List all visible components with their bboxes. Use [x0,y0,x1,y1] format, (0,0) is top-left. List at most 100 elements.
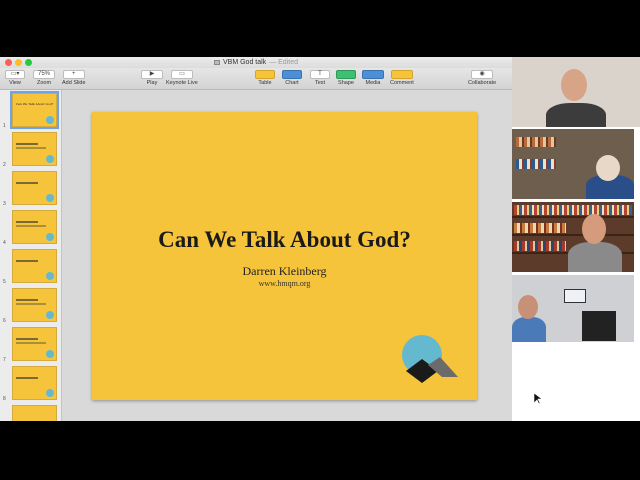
comment-icon [390,70,413,79]
media-button[interactable]: Media [362,70,384,86]
current-slide[interactable]: Can We Talk About God? Darren Kleinberg … [92,112,477,400]
chart-label: Chart [285,80,299,86]
slide-thumbnail[interactable]: 9 [0,405,62,421]
participant-body [568,242,622,272]
play-button[interactable]: ▶ Play [141,70,163,86]
text-button[interactable]: T Text [310,70,330,86]
media-icon [362,70,384,79]
slide-url[interactable]: www.hmqm.org [92,279,477,288]
fullscreen-window-icon[interactable] [25,59,32,66]
participant-body [512,317,546,342]
title-bar: VBM God talk — Edited [0,57,512,68]
slide-thumbnail-image [12,249,57,283]
thumbnail-logo-icon [46,155,54,163]
slide-thumbnail[interactable]: 5 [0,249,62,285]
collaborate-label: Collaborate [468,80,497,86]
slide-number: 8 [3,396,6,402]
monitor [564,289,586,303]
video-panel [512,57,640,421]
comment-button[interactable]: Comment [390,70,414,86]
slide-author[interactable]: Darren Kleinberg [92,264,477,279]
thumbnail-title: Can We Talk About God? [15,102,54,106]
thumbnail-logo-icon [46,389,54,397]
slide-thumbnail[interactable]: 1 Can We Talk About God? [0,91,62,129]
slide-thumbnail[interactable]: 4 [0,210,62,246]
thumbnail-logo-icon [46,116,54,124]
slide-number: 4 [3,240,6,246]
toolbar: ▭▾ View 75% Zoom + Add Slide ▶ Play ▭ Ke… [0,68,512,90]
participant-head [561,69,587,101]
chart-icon [282,70,302,79]
minimize-window-icon[interactable] [15,59,22,66]
chart-button[interactable]: Chart [282,70,302,86]
table-label: Table [258,80,272,86]
plus-icon: + [62,70,85,79]
sidebar-icon: ▭▾ [5,70,25,79]
thumbnail-logo-icon [46,272,54,280]
slide-thumbnail[interactable]: 7 [0,327,62,363]
slide-number: 6 [3,318,6,324]
keynote-window: VBM God talk — Edited ▭▾ View 75% Zoom +… [0,57,512,421]
slide-thumbnail-image [12,210,57,244]
participant-head [582,214,606,244]
slide-navigator[interactable]: 1 Can We Talk About God? 2 3 4 5 6 7 8 [0,90,62,421]
chair [582,311,616,341]
slide-thumbnail-image [12,288,57,322]
participant-video[interactable] [512,129,634,199]
window-title-text: VBM God talk [223,59,267,66]
shape-icon [336,70,356,79]
shape-button[interactable]: Shape [336,70,356,86]
zoom-value: 75% [33,70,55,79]
comment-label: Comment [390,80,414,86]
zoom-select[interactable]: 75% Zoom [33,70,55,86]
zoom-label: Zoom [36,80,52,86]
play-icon: ▶ [141,70,163,79]
slide-thumbnail-image [12,405,57,421]
add-slide-button[interactable]: + Add Slide [62,70,86,86]
shape-label: Shape [338,80,354,86]
slide-number: 5 [3,279,6,285]
text-icon: T [310,70,330,79]
keynote-live-label: Keynote Live [166,80,198,86]
slide-thumbnail-image: Can We Talk About God? [10,91,59,129]
view-label: View [9,80,21,86]
table-button[interactable]: Table [255,70,275,86]
view-button[interactable]: ▭▾ View [5,70,25,86]
slide-thumbnail[interactable]: 8 [0,366,62,402]
mouse-cursor-icon [534,393,542,405]
participant-head [518,295,538,319]
slide-canvas[interactable]: Can We Talk About God? Darren Kleinberg … [62,90,512,421]
slide-thumbnail-image [12,132,57,166]
text-label: Text [314,80,326,86]
table-icon [255,70,275,79]
participant-video[interactable] [512,202,634,272]
participant-video[interactable] [512,57,640,127]
slide-thumbnail[interactable]: 3 [0,171,62,207]
thumbnail-logo-icon [46,233,54,241]
slide-thumbnail-image [12,171,57,205]
window-title: VBM God talk — Edited [214,57,298,68]
document-icon [214,60,220,65]
collaborate-icon: ◉ [471,70,494,79]
slide-number: 2 [3,162,6,168]
keynote-live-button[interactable]: ▭ Keynote Live [166,70,198,86]
participant-body [546,103,606,127]
media-label: Media [365,80,381,86]
slide-title[interactable]: Can We Talk About God? [92,227,477,253]
slide-number: 7 [3,357,6,363]
play-label: Play [146,80,158,86]
thumbnail-logo-icon [46,350,54,358]
slide-number: 3 [3,201,6,207]
slide-number: 1 [3,123,6,129]
teal-circle-logo-icon[interactable] [398,333,462,387]
close-window-icon[interactable] [5,59,12,66]
participant-head [596,155,620,181]
edited-status[interactable]: — Edited [269,57,298,68]
collaborate-button[interactable]: ◉ Collaborate [468,70,496,86]
slide-thumbnail-image [12,366,57,400]
participant-video[interactable] [512,275,634,342]
slide-thumbnail-image [12,327,57,361]
slide-thumbnail[interactable]: 6 [0,288,62,324]
slide-thumbnail[interactable]: 2 [0,132,62,168]
keynote-live-icon: ▭ [170,70,193,79]
